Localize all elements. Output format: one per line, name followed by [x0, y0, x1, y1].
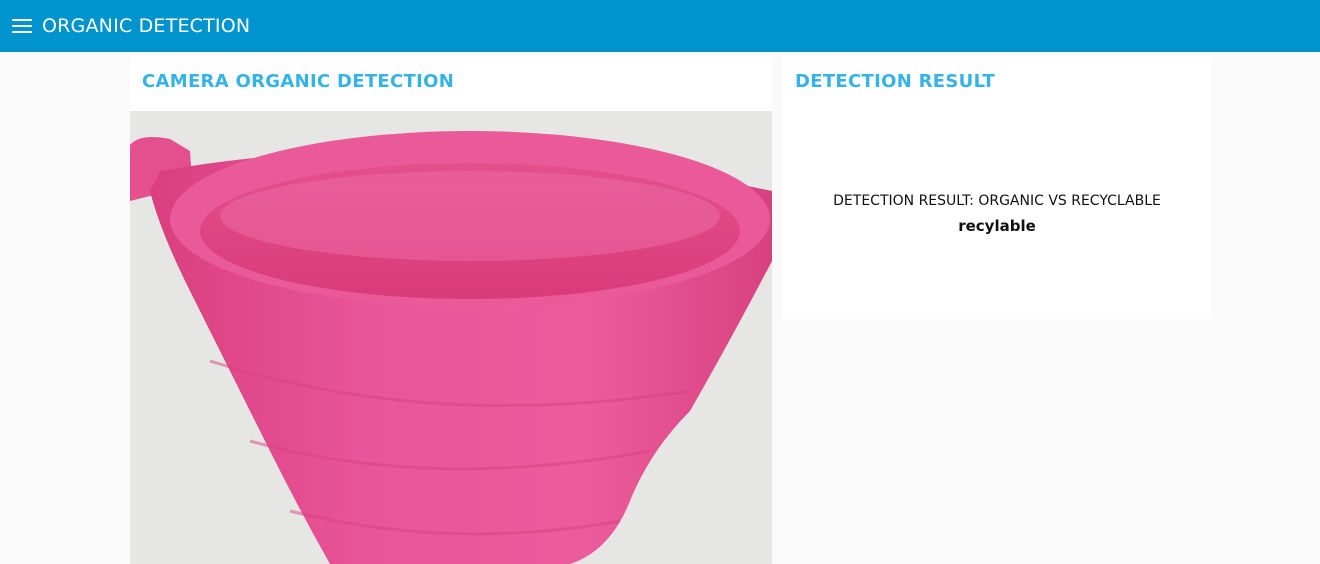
- app-title: ORGANIC DETECTION: [42, 15, 251, 37]
- result-panel-title: DETECTION RESULT: [795, 71, 995, 92]
- camera-panel-title: CAMERA ORGANIC DETECTION: [142, 71, 455, 92]
- result-body: DETECTION RESULT: ORGANIC VS RECYCLABLE …: [783, 189, 1211, 239]
- detection-result-panel: DETECTION RESULT DETECTION RESULT: ORGAN…: [783, 57, 1211, 319]
- result-value: recylable: [958, 217, 1036, 235]
- result-label: DETECTION RESULT: ORGANIC VS RECYCLABLE: [833, 193, 1161, 209]
- hamburger-menu-icon[interactable]: [12, 19, 32, 33]
- app-header: ORGANIC DETECTION: [0, 0, 1320, 52]
- camera-feed-image: [130, 111, 772, 564]
- camera-panel: CAMERA ORGANIC DETECTION: [130, 57, 772, 564]
